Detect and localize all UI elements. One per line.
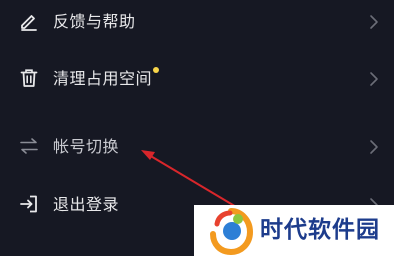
new-badge-dot <box>153 67 159 73</box>
edit-pen-icon <box>19 11 39 31</box>
menu-item-feedback-help[interactable]: 反馈与帮助 <box>0 0 394 44</box>
menu-item-label: 反馈与帮助 <box>53 12 136 31</box>
settings-screen: 反馈与帮助 清理占用空间 帐号切换 退出登录 时代软件园 <box>0 0 394 256</box>
watermark: 时代软件园 <box>194 205 394 256</box>
menu-item-label: 清理占用空间 <box>53 69 153 88</box>
trash-icon <box>19 68 39 88</box>
switch-arrows-icon <box>19 136 39 156</box>
menu-item-label: 退出登录 <box>53 195 120 214</box>
menu-item-switch-account[interactable]: 帐号切换 <box>0 125 394 169</box>
menu-item-clear-storage[interactable]: 清理占用空间 <box>0 57 394 101</box>
logout-icon <box>19 194 39 214</box>
chevron-right-icon <box>369 71 379 87</box>
brand-logo-icon <box>208 207 254 256</box>
watermark-brand-text: 时代软件园 <box>260 217 380 243</box>
menu-item-label: 帐号切换 <box>53 137 120 156</box>
chevron-right-icon <box>369 139 379 155</box>
chevron-right-icon <box>369 14 379 30</box>
